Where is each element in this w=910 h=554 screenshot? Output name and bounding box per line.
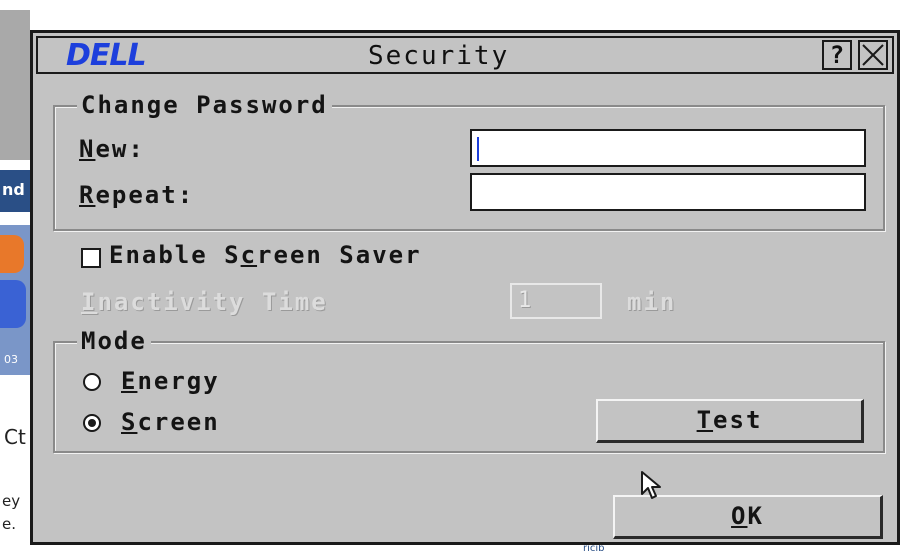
background-image: 03 xyxy=(0,225,30,375)
desktop-gray-strip xyxy=(0,10,30,160)
enable-screen-saver-checkbox[interactable] xyxy=(81,248,101,268)
text-caret xyxy=(477,137,479,161)
mode-title: Mode xyxy=(77,327,151,355)
background-title-fragment: nd xyxy=(2,180,25,199)
blue-shape xyxy=(0,280,26,328)
background-text-ey: ey xyxy=(2,492,21,510)
desktop-top-edge xyxy=(0,0,910,10)
change-password-title: Change Password xyxy=(77,91,332,119)
energy-radio[interactable] xyxy=(83,373,101,391)
screen-radio[interactable] xyxy=(83,414,101,432)
help-button[interactable]: ? xyxy=(822,40,852,70)
test-button[interactable]: Test xyxy=(596,399,864,443)
inactivity-time-label: Inactivity Time xyxy=(81,288,328,316)
dialog-title: Security xyxy=(368,41,510,71)
dell-logo: DELL xyxy=(66,38,147,73)
inactivity-time-input[interactable]: 1 xyxy=(510,283,602,319)
title-bar[interactable]: DELL Security ? xyxy=(36,36,894,74)
close-icon xyxy=(862,44,884,66)
inactivity-unit-label: min xyxy=(627,288,677,316)
repeat-password-label: Repeat: xyxy=(79,181,195,209)
screen-label[interactable]: Screen xyxy=(121,408,220,436)
mouse-pointer-icon xyxy=(641,471,661,499)
orange-shape xyxy=(0,235,24,273)
background-image-text: 03 xyxy=(4,353,18,366)
desktop-bottom-edge xyxy=(560,545,910,554)
enable-screen-saver-label[interactable]: Enable Screen Saver xyxy=(109,241,422,269)
background-text-ct: Ct xyxy=(4,425,26,449)
background-window-titlebar: nd xyxy=(0,170,30,212)
background-text-e: e. xyxy=(2,515,16,533)
change-password-group xyxy=(53,105,885,231)
close-button[interactable] xyxy=(858,40,888,70)
security-dialog: DELL Security ? Change Password New: Rep… xyxy=(30,30,900,545)
repeat-password-input[interactable] xyxy=(470,173,866,211)
energy-label[interactable]: Energy xyxy=(121,367,220,395)
new-password-label: New: xyxy=(79,135,145,163)
new-password-input[interactable] xyxy=(470,129,866,167)
